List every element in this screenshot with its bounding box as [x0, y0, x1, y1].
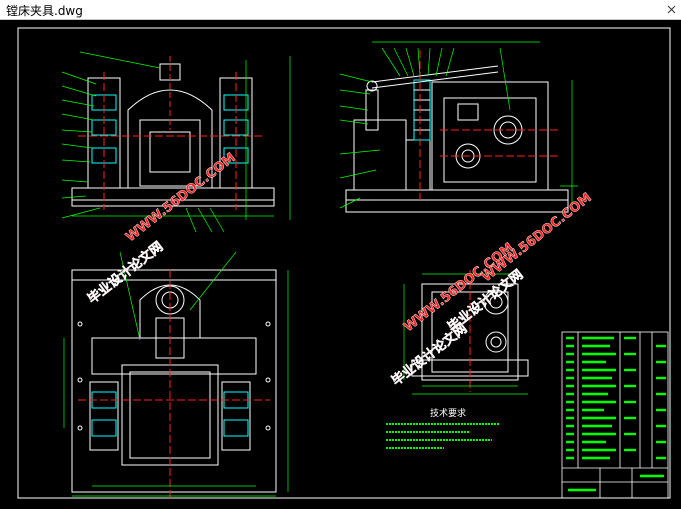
- window-titlebar: 镗床夹具.dwg: [0, 0, 681, 20]
- watermark-url: WWW.56DOC.COM: [123, 150, 238, 245]
- watermark-text: 毕业设计论文网: [85, 239, 167, 308]
- parts-list: [561, 331, 669, 499]
- window-title: 镗床夹具.dwg: [6, 4, 83, 18]
- parts-list-rows: [566, 336, 666, 492]
- technical-requirements: 技术要求: [386, 407, 500, 449]
- drawing-canvas[interactable]: 技术要求 WWW.56DOC.COM 毕业设计论文网 WWW.56DOC.COM…: [0, 20, 681, 505]
- side-view: [345, 50, 569, 213]
- front-view: [71, 56, 275, 210]
- close-icon[interactable]: [663, 0, 681, 20]
- tech-req-title: 技术要求: [430, 407, 466, 419]
- side-view-leaders: [339, 41, 578, 210]
- top-view: [71, 269, 277, 498]
- watermark-url: WWW.56DOC.COM: [479, 190, 594, 285]
- cad-drawing: 技术要求 WWW.56DOC.COM 毕业设计论文网 WWW.56DOC.COM…: [17, 27, 671, 499]
